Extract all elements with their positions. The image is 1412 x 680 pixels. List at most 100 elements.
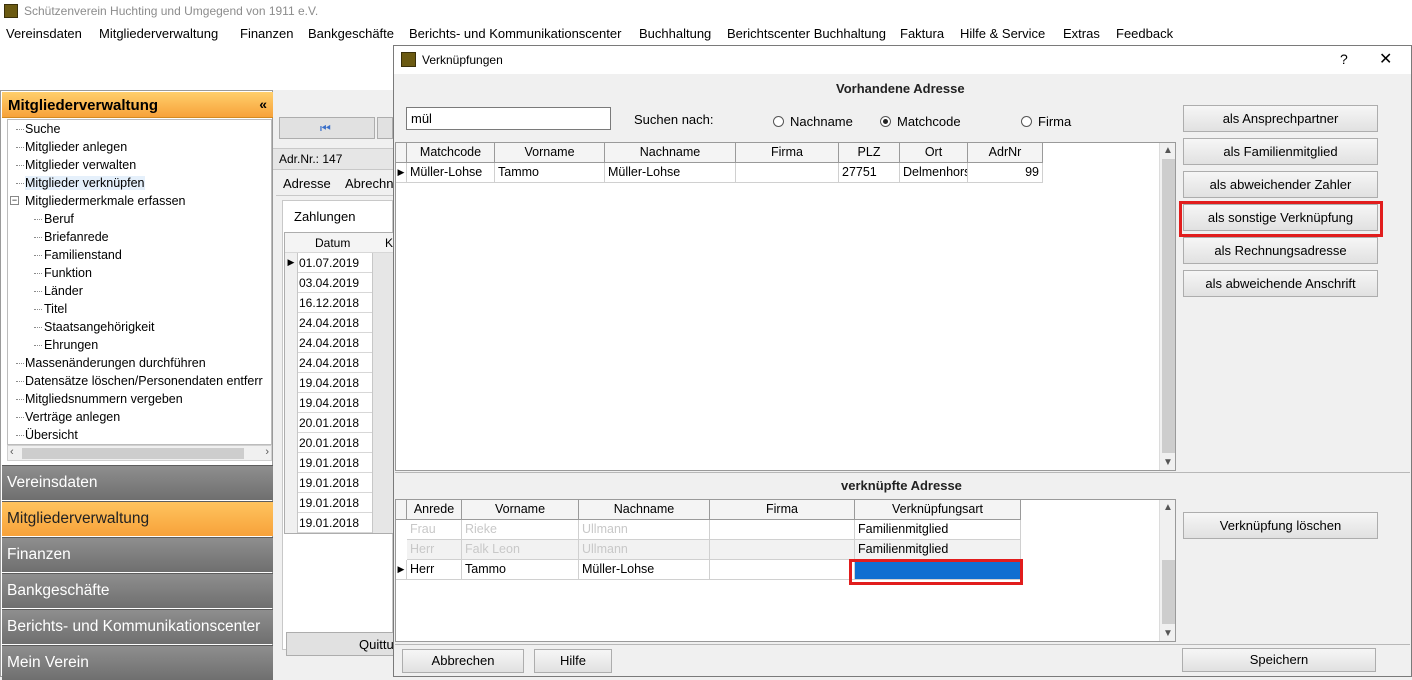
collapse-icon[interactable]: « xyxy=(259,96,267,112)
tree-collapse-icon[interactable]: − xyxy=(10,196,19,205)
zahlung-row[interactable]: 19.01.2018 xyxy=(285,513,395,533)
als-abweichender-zahler-button[interactable]: als abweichender Zahler xyxy=(1183,171,1378,198)
radio-matchcode[interactable]: Matchcode xyxy=(880,114,961,129)
cell-adrnr[interactable]: 99 xyxy=(968,163,1043,183)
zahlung-row[interactable]: 19.04.2018 xyxy=(285,373,395,393)
abbrechen-button[interactable]: Abbrechen xyxy=(402,649,524,673)
cell-nachname[interactable]: Ullmann xyxy=(579,540,710,560)
nav-bankgeschaefte[interactable]: Bankgeschäfte xyxy=(2,573,273,608)
zahlung-row[interactable]: 24.04.2018 xyxy=(285,313,395,333)
tree-item-datensaetze-loeschen[interactable]: Datensätze löschen/Personendaten entferr xyxy=(25,374,263,388)
tree-item-briefanrede[interactable]: Briefanrede xyxy=(44,230,109,244)
zahlungen-tab[interactable]: Zahlungen xyxy=(294,209,355,224)
nav-vereinsdaten[interactable]: Vereinsdaten xyxy=(2,465,273,500)
tree-item-uebersicht[interactable]: Übersicht xyxy=(25,428,78,442)
menu-vereinsdaten[interactable]: Vereinsdaten xyxy=(6,26,82,41)
cell-vorname[interactable]: Falk Leon xyxy=(462,540,579,560)
tree-item-suche[interactable]: Suche xyxy=(25,122,60,136)
tree-item-mitglieder-anlegen[interactable]: Mitglieder anlegen xyxy=(25,140,127,154)
col-plz[interactable]: PLZ xyxy=(839,143,900,163)
menu-mitgliederverwaltung[interactable]: Mitgliederverwaltung xyxy=(99,26,218,41)
verknuepfte-vscrollbar[interactable]: ▲ ▼ xyxy=(1159,500,1175,641)
cell-anrede[interactable]: Herr xyxy=(407,540,462,560)
nav-berichts-center[interactable]: Berichts- und Kommunikationscenter xyxy=(2,609,273,644)
tree-item-beruf[interactable]: Beruf xyxy=(44,212,74,226)
als-ansprechpartner-button[interactable]: als Ansprechpartner xyxy=(1183,105,1378,132)
cell-nachname[interactable]: Müller-Lohse xyxy=(579,560,710,580)
cell-ort[interactable]: Delmenhors xyxy=(900,163,968,183)
cell-verknuepfungsart[interactable]: Familienmitglied xyxy=(855,540,1021,560)
cell-firma[interactable] xyxy=(710,520,855,540)
radio-nachname[interactable]: Nachname xyxy=(773,114,853,129)
tree-item-staatsangehoerigkeit[interactable]: Staatsangehörigkeit xyxy=(44,320,155,334)
nav-mein-verein[interactable]: Mein Verein xyxy=(2,645,273,680)
als-rechnungsadresse-button[interactable]: als Rechnungsadresse xyxy=(1183,237,1378,264)
cell-anrede[interactable]: Herr xyxy=(407,560,462,580)
zahlung-row[interactable]: 16.12.2018 xyxy=(285,293,395,313)
help-icon[interactable]: ? xyxy=(1340,51,1348,67)
zahlung-row[interactable]: 20.01.2018 xyxy=(285,433,395,453)
tree-item-massenaenderungen[interactable]: Massenänderungen durchführen xyxy=(25,356,206,370)
tree-item-mitglieder-verwalten[interactable]: Mitglieder verwalten xyxy=(25,158,136,172)
quittung-button[interactable]: Quittu xyxy=(286,632,396,656)
cell-vorname[interactable]: Rieke xyxy=(462,520,579,540)
menu-berichts-center[interactable]: Berichts- und Kommunikationscenter xyxy=(409,26,621,41)
col-vorname[interactable]: Vorname xyxy=(462,500,579,520)
hilfe-button[interactable]: Hilfe xyxy=(534,649,612,673)
zahlung-row[interactable]: 19.04.2018 xyxy=(285,393,395,413)
cell-nachname[interactable]: Müller-Lohse xyxy=(605,163,736,183)
prev-record-button[interactable] xyxy=(377,117,393,139)
col-nachname[interactable]: Nachname xyxy=(579,500,710,520)
cell-matchcode[interactable]: Müller-Lohse xyxy=(407,163,495,183)
col-anrede[interactable]: Anrede xyxy=(407,500,462,520)
zahlung-row[interactable]: 24.04.2018 xyxy=(285,353,395,373)
tree-item-laender[interactable]: Länder xyxy=(44,284,83,298)
cell-nachname[interactable]: Ullmann xyxy=(579,520,710,540)
col-matchcode[interactable]: Matchcode xyxy=(407,143,495,163)
tree-item-mitglieder-verknuepfen[interactable]: Mitglieder verknüpfen xyxy=(25,176,145,190)
col-nachname[interactable]: Nachname xyxy=(605,143,736,163)
zahlung-row[interactable]: 19.01.2018 xyxy=(285,493,395,513)
nav-finanzen[interactable]: Finanzen xyxy=(2,537,273,572)
scroll-thumb[interactable] xyxy=(1162,560,1175,624)
nav-mitgliederverwaltung[interactable]: Mitgliederverwaltung xyxy=(2,501,273,536)
cell-firma[interactable] xyxy=(710,560,855,580)
first-record-button[interactable]: ⏮ xyxy=(279,117,375,139)
search-input[interactable]: mül xyxy=(406,107,611,130)
cell-verknuepfungsart[interactable]: Familienmitglied xyxy=(855,520,1021,540)
tree-item-mitgliedermerkmale[interactable]: Mitgliedermerkmale erfassen xyxy=(25,194,185,208)
als-abweichende-anschrift-button[interactable]: als abweichende Anschrift xyxy=(1183,270,1378,297)
zahlung-row[interactable]: 03.04.2019 xyxy=(285,273,395,293)
scroll-down-icon[interactable]: ▼ xyxy=(1163,457,1173,468)
speichern-button[interactable]: Speichern xyxy=(1182,648,1376,672)
zahlung-row[interactable]: ▶ 01.07.2019 xyxy=(285,253,395,273)
col-vorname[interactable]: Vorname xyxy=(495,143,605,163)
col-verknuepfungsart[interactable]: Verknüpfungsart xyxy=(855,500,1021,520)
als-familienmitglied-button[interactable]: als Familienmitglied xyxy=(1183,138,1378,165)
zahlung-row[interactable]: 24.04.2018 xyxy=(285,333,395,353)
zahlung-row[interactable]: 19.01.2018 xyxy=(285,473,395,493)
menu-berichtscenter-buchhaltung[interactable]: Berichtscenter Buchhaltung xyxy=(727,26,886,41)
adresse-vscrollbar[interactable]: ▲ ▼ xyxy=(1159,143,1175,470)
zahlung-row[interactable]: 20.01.2018 xyxy=(285,413,395,433)
menu-feedback[interactable]: Feedback xyxy=(1116,26,1173,41)
menu-finanzen[interactable]: Finanzen xyxy=(240,26,293,41)
cell-vorname[interactable]: Tammo xyxy=(462,560,579,580)
col-adrnr[interactable]: AdrNr xyxy=(968,143,1043,163)
zahlung-row[interactable]: 19.01.2018 xyxy=(285,453,395,473)
close-icon[interactable]: ✕ xyxy=(1379,49,1392,69)
cell-firma[interactable] xyxy=(736,163,839,183)
scroll-up-icon[interactable]: ▲ xyxy=(1163,145,1173,156)
menu-extras[interactable]: Extras xyxy=(1063,26,1100,41)
tree-hscrollbar[interactable]: ‹ › xyxy=(7,445,272,461)
tree-item-funktion[interactable]: Funktion xyxy=(44,266,92,280)
tree-item-ehrungen[interactable]: Ehrungen xyxy=(44,338,98,352)
menu-faktura[interactable]: Faktura xyxy=(900,26,944,41)
tree-item-vertraege[interactable]: Verträge anlegen xyxy=(25,410,120,424)
menu-bankgeschaefte[interactable]: Bankgeschäfte xyxy=(308,26,394,41)
scroll-left-icon[interactable]: ‹ xyxy=(10,446,14,458)
cell-plz[interactable]: 27751 xyxy=(839,163,900,183)
col-firma[interactable]: Firma xyxy=(736,143,839,163)
tree-item-mitgliedsnummern[interactable]: Mitgliedsnummern vergeben xyxy=(25,392,183,406)
scroll-right-icon[interactable]: › xyxy=(265,446,269,458)
